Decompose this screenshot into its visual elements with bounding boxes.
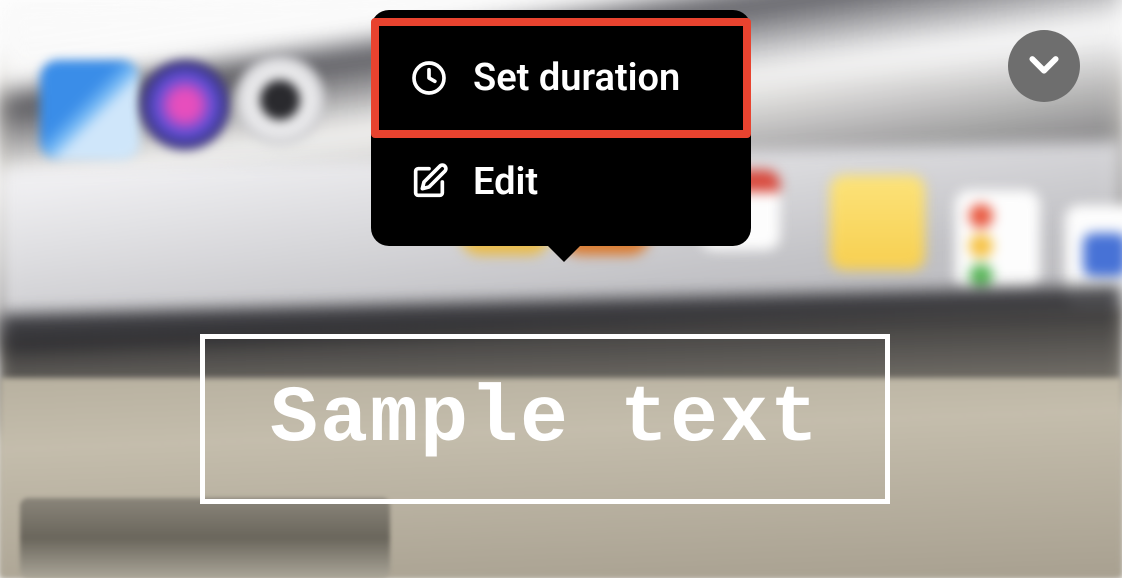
chevron-down-icon (1024, 44, 1064, 88)
reminders-icon (955, 190, 1040, 290)
siri-icon (140, 60, 230, 150)
notes-icon (830, 175, 925, 270)
edit-button[interactable]: Edit (371, 138, 751, 226)
popup-tail (546, 244, 582, 262)
laptop-edge (20, 498, 390, 578)
context-menu: Set duration Edit (371, 10, 751, 246)
set-duration-button[interactable]: Set duration (371, 18, 751, 138)
collapse-button[interactable] (1008, 30, 1080, 102)
text-overlay-box[interactable]: Sample text (200, 334, 890, 504)
clock-icon (409, 58, 449, 98)
launchpad-icon (235, 55, 325, 145)
menu-item-label: Edit (473, 160, 538, 204)
finder-icon (40, 60, 140, 160)
menu-item-label: Set duration (473, 56, 680, 100)
edit-icon (409, 162, 449, 202)
text-overlay-label: Sample text (270, 374, 820, 465)
